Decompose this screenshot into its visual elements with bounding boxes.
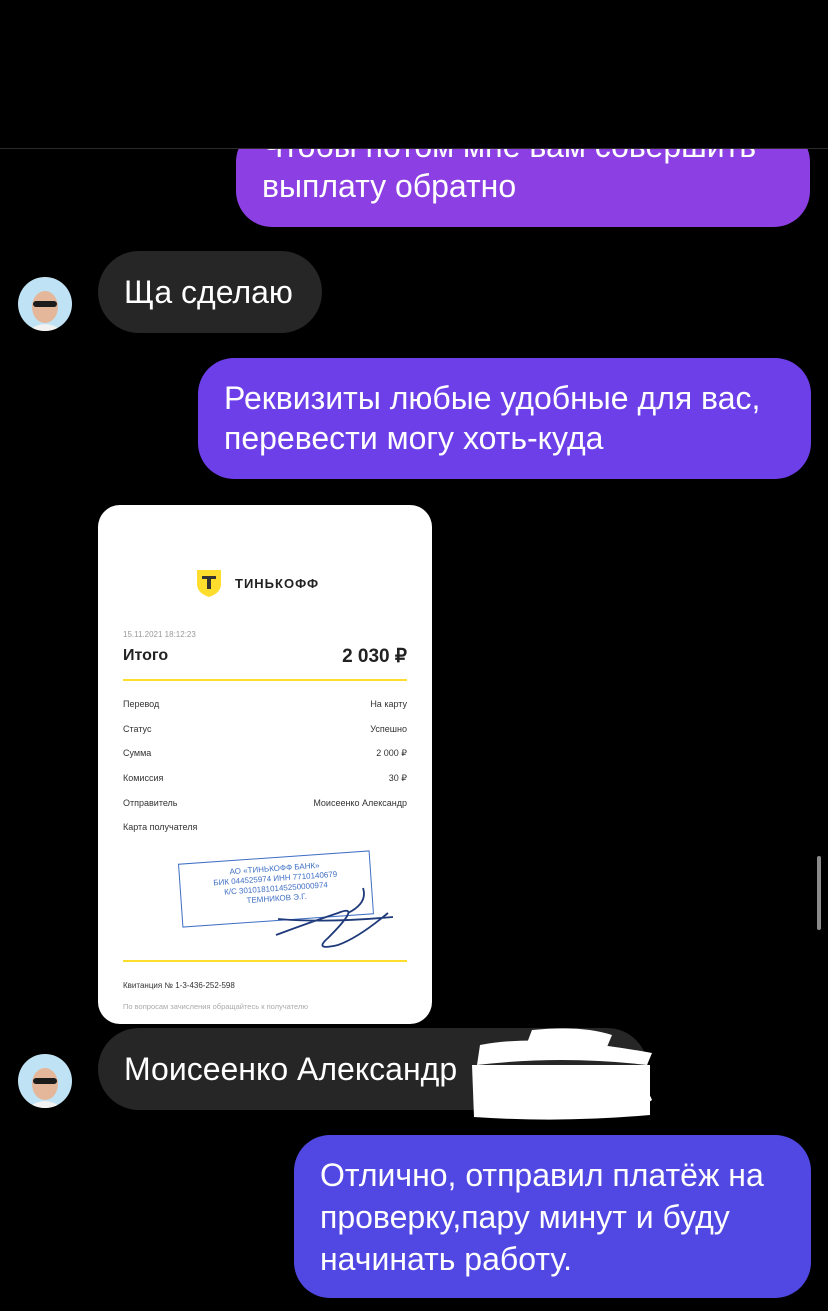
outgoing-message-bubble[interactable]: Отлично, отправил платёж на проверку,пар… bbox=[294, 1135, 811, 1298]
yellow-divider bbox=[123, 679, 407, 681]
receipt-row: Отправитель Моисеенко Александр bbox=[123, 798, 407, 808]
total-value: 2 030 ₽ bbox=[342, 646, 407, 667]
receipt-row: Карта получателя bbox=[123, 822, 407, 832]
message-text: Моисеенко Александр bbox=[124, 1051, 458, 1087]
receipt-number: Квитанция № 1-3-436-252-598 bbox=[123, 981, 235, 990]
message-text: Ща сделаю bbox=[124, 274, 293, 310]
redaction-scribble bbox=[472, 1028, 652, 1120]
top-divider-line bbox=[0, 148, 828, 149]
row-label: Статус bbox=[123, 724, 152, 734]
receipt-row: Комиссия 30 ₽ bbox=[123, 773, 407, 783]
row-value: Моисеенко Александр bbox=[313, 798, 407, 808]
row-label: Карта получателя bbox=[123, 822, 198, 832]
row-value: 30 ₽ bbox=[388, 773, 407, 783]
receipt-footer-note: По вопросам зачисления обращайтесь к пол… bbox=[123, 1002, 308, 1011]
bank-name: ТИНЬКОФФ bbox=[235, 576, 320, 591]
message-text-line: Реквизиты любые удобные для вас, bbox=[224, 380, 761, 416]
contact-avatar[interactable] bbox=[18, 1054, 72, 1108]
row-label: Сумма bbox=[123, 748, 152, 758]
row-label: Отправитель bbox=[123, 798, 178, 808]
message-text-line: начинать работу. bbox=[320, 1241, 573, 1277]
receipt-row: Перевод На карту bbox=[123, 699, 407, 709]
message-text-line: Отлично, отправил платёж на bbox=[320, 1157, 764, 1193]
message-text-line: выплату обратно bbox=[262, 168, 517, 204]
receipt-image[interactable]: ТИНЬКОФФ 15.11.2021 18:12:23 Итого 2 030… bbox=[98, 505, 432, 1024]
signature-icon bbox=[275, 887, 394, 948]
row-label: Перевод bbox=[123, 699, 160, 709]
total-label: Итого bbox=[123, 647, 169, 664]
receipt-row: Сумма 2 000 ₽ bbox=[123, 748, 407, 758]
tinkoff-shield-icon bbox=[197, 570, 221, 597]
row-label: Комиссия bbox=[123, 773, 164, 783]
scroll-indicator[interactable] bbox=[817, 856, 821, 930]
tinkoff-logo: ТИНЬКОФФ bbox=[193, 567, 343, 599]
contact-avatar[interactable] bbox=[18, 277, 72, 331]
message-text-line: проверку,пару минут и буду bbox=[320, 1199, 730, 1235]
row-value: Успешно bbox=[370, 724, 407, 734]
receipt-datetime: 15.11.2021 18:12:23 bbox=[123, 630, 196, 639]
outgoing-message-bubble[interactable]: Реквизиты любые удобные для вас, перевес… bbox=[198, 358, 811, 479]
receipt-row: Статус Успешно bbox=[123, 724, 407, 734]
row-value: 2 000 ₽ bbox=[376, 748, 407, 758]
row-value: На карту bbox=[370, 699, 407, 709]
header-area bbox=[0, 0, 828, 148]
incoming-message-bubble[interactable]: Ща сделаю bbox=[98, 251, 322, 333]
yellow-divider bbox=[123, 960, 407, 962]
message-text-line: перевести могу хоть-куда bbox=[224, 420, 604, 456]
